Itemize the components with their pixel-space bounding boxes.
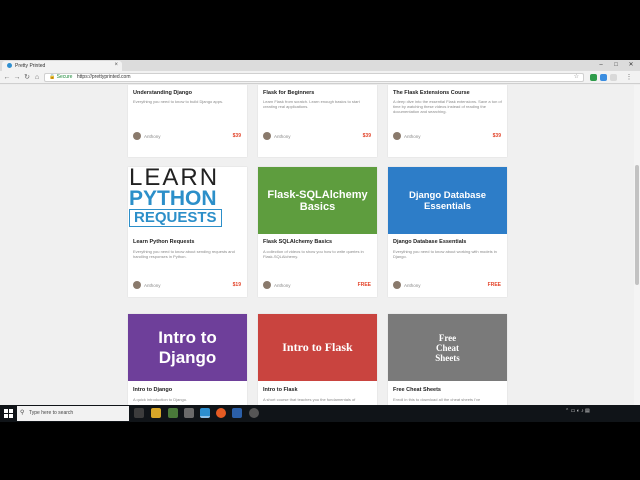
avatar [133, 281, 141, 289]
extension-icon[interactable] [590, 74, 597, 81]
extension-icon[interactable] [600, 74, 607, 81]
search-placeholder: Type here to search [29, 410, 74, 416]
home-button[interactable]: ⌂ [32, 72, 42, 83]
forward-button[interactable]: → [12, 72, 22, 83]
course-image[interactable]: Django Database Essentials [388, 167, 507, 234]
image-text: PYTHON [129, 187, 217, 210]
url-text: https://prettyprinted.com [76, 74, 131, 80]
image-text: Cheat [436, 342, 459, 353]
course-image[interactable]: Intro to Django [128, 314, 247, 381]
tab-pretty-printed[interactable]: Pretty Printed × [2, 61, 122, 71]
close-window-button[interactable]: ✕ [624, 60, 638, 70]
menu-icon[interactable]: ⋮ [624, 72, 634, 83]
image-text: Free [438, 332, 457, 343]
course-card[interactable]: Flask for Beginners Learn Flask from scr… [258, 85, 377, 157]
course-description: Everything you need to know to build Dja… [133, 99, 224, 104]
course-description: A collection of videos to show you how t… [263, 249, 364, 259]
tray-icons[interactable]: ⌃ ▭ ◐ ♪ ▤ [565, 408, 590, 414]
app-icon[interactable] [151, 408, 161, 418]
windows-start-icon[interactable] [4, 409, 13, 418]
maximize-button[interactable]: □ [609, 60, 623, 70]
image-text: Intro to Flask [282, 340, 353, 354]
course-card[interactable]: Understanding Django Everything you need… [128, 85, 247, 157]
favicon-icon [7, 63, 12, 68]
secure-label: Secure [56, 74, 73, 80]
course-price: FREE [487, 282, 501, 288]
course-title[interactable]: Intro to Django [133, 387, 172, 393]
image-text: Flask-SQLAlchemy Basics [267, 188, 368, 213]
tab-bar: Pretty Printed × – □ ✕ [0, 60, 640, 71]
course-author: Anthony [393, 281, 421, 289]
course-title[interactable]: Flask SQLAlchemy Basics [263, 239, 332, 245]
chrome-icon[interactable] [200, 408, 210, 418]
scrollbar[interactable] [634, 85, 640, 422]
image-text: Django Database Essentials [408, 189, 487, 212]
avatar [133, 132, 141, 140]
toolbar: ← → ↻ ⌂ 🔒 Secure https://prettyprinted.c… [0, 71, 640, 84]
course-price: $39 [362, 133, 371, 139]
lock-icon: 🔒 [49, 74, 56, 80]
avatar [393, 281, 401, 289]
course-title[interactable]: Intro to Flask [263, 387, 298, 393]
course-description: Everything you need to know about sendin… [133, 249, 235, 259]
course-author: Anthony [263, 281, 291, 289]
browser-window: Pretty Printed × – □ ✕ ← → ↻ ⌂ 🔒 Secure … [0, 60, 640, 422]
bookmark-star-icon[interactable]: ☆ [574, 74, 579, 81]
course-title[interactable]: The Flask Extensions Course [393, 90, 470, 96]
app-icon[interactable] [168, 408, 178, 418]
back-button[interactable]: ← [2, 72, 12, 83]
course-title[interactable]: Free Cheat Sheets [393, 387, 441, 393]
image-text: REQUESTS [129, 209, 222, 227]
taskbar: ⚲ Type here to search ⌃ ▭ ◐ ♪ ▤ [0, 405, 640, 422]
course-author: Anthony [263, 132, 291, 140]
image-text: Intro to Django [158, 327, 217, 367]
course-description: A short course that teaches you the fund… [263, 397, 356, 402]
image-text: LEARN [129, 167, 220, 191]
extension-icon[interactable] [610, 74, 617, 81]
course-author: Anthony [133, 132, 161, 140]
avatar [263, 132, 271, 140]
course-description: A deep dive into the essential Flask ext… [393, 99, 502, 114]
course-card[interactable]: The Flask Extensions Course A deep dive … [388, 85, 507, 157]
course-description: Everything you need to know about workin… [393, 249, 497, 259]
course-image[interactable]: Intro to Flask [258, 314, 377, 381]
file-explorer-icon[interactable] [184, 408, 194, 418]
course-card[interactable]: Django Database Essentials Django Databa… [388, 167, 507, 297]
reload-button[interactable]: ↻ [22, 72, 32, 83]
course-title[interactable]: Django Database Essentials [393, 239, 466, 245]
task-view-icon[interactable] [134, 408, 144, 418]
avatar [393, 132, 401, 140]
course-title[interactable]: Learn Python Requests [133, 239, 194, 245]
course-description: A quick introduction to Django. [133, 397, 188, 402]
taskbar-search-input[interactable]: ⚲ Type here to search [17, 406, 129, 421]
avatar [263, 281, 271, 289]
course-card[interactable]: Flask-SQLAlchemy Basics Flask SQLAlchemy… [258, 167, 377, 297]
scrollbar-thumb[interactable] [635, 165, 639, 285]
course-image[interactable]: Flask-SQLAlchemy Basics [258, 167, 377, 234]
address-bar[interactable]: 🔒 Secure https://prettyprinted.com ☆ [44, 73, 584, 82]
page-content: Understanding Django Everything you need… [0, 85, 640, 422]
course-price: $19 [232, 282, 241, 288]
course-price: $39 [492, 133, 501, 139]
course-card[interactable]: LEARN PYTHON REQUESTS Learn Python Reque… [128, 167, 247, 297]
tab-close-icon[interactable]: × [114, 62, 118, 68]
course-image[interactable]: Free Cheat Sheets [388, 314, 507, 381]
course-image[interactable]: LEARN PYTHON REQUESTS [128, 167, 247, 234]
course-price: FREE [357, 282, 371, 288]
vscode-icon[interactable] [232, 408, 242, 418]
firefox-icon[interactable] [216, 408, 226, 418]
screen: Pretty Printed × – □ ✕ ← → ↻ ⌂ 🔒 Secure … [0, 0, 640, 480]
course-title[interactable]: Flask for Beginners [263, 90, 314, 96]
tab-title: Pretty Printed [15, 63, 46, 69]
course-description: Enroll in this to download all the cheat… [393, 397, 481, 402]
course-title[interactable]: Understanding Django [133, 90, 192, 96]
course-description: Learn Flask from scratch. Learn enough b… [263, 99, 360, 109]
course-price: $39 [232, 133, 241, 139]
app-icon[interactable] [249, 408, 259, 418]
image-text: Sheets [435, 352, 460, 363]
search-icon: ⚲ [20, 410, 25, 416]
course-author: Anthony [133, 281, 161, 289]
course-author: Anthony [393, 132, 421, 140]
minimize-button[interactable]: – [594, 60, 608, 70]
